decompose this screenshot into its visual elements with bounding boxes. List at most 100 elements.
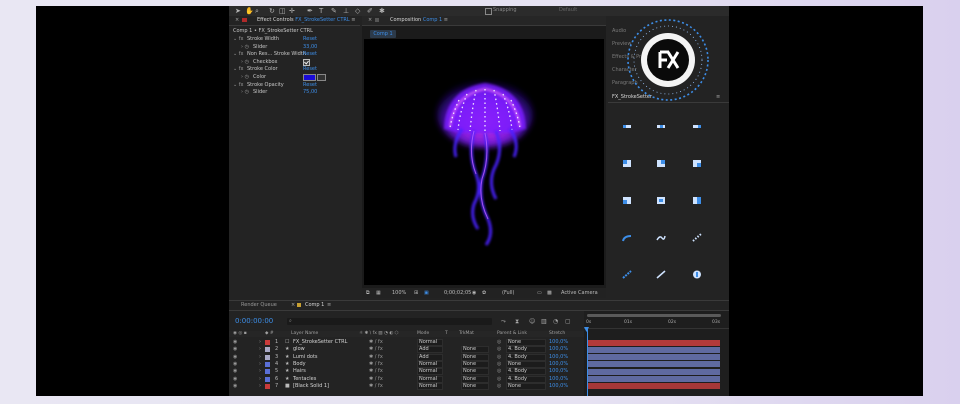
comp-subtab[interactable]: Comp 1 — [370, 30, 396, 38]
close-icon[interactable]: × — [368, 17, 372, 23]
anchor-tool-icon[interactable]: ✛ — [289, 7, 295, 15]
layer-switches-icon[interactable]: ✱ / fx — [369, 346, 383, 352]
effect-row[interactable]: ⌄ fx Stroke Color Reset — [229, 66, 360, 73]
visibility-eye-icon[interactable]: ◉ — [233, 361, 237, 367]
parent-header[interactable]: Parent & Link — [497, 331, 527, 336]
roi-icon[interactable]: ▭ — [537, 290, 542, 296]
reset-link[interactable]: Reset — [303, 51, 317, 57]
mode-dropdown[interactable]: Normal — [419, 383, 437, 389]
effect-controls-tab[interactable]: × Effect Controls FX_StrokeSetter CTRL ≡ — [229, 16, 360, 26]
expand-chevron-icon[interactable]: › — [259, 376, 261, 382]
visibility-eye-icon[interactable]: ◉ — [233, 383, 237, 389]
effect-row[interactable]: › ◷ Color — [229, 74, 360, 81]
layer-label-color[interactable] — [265, 376, 270, 382]
param-value[interactable]: 33,00 — [303, 44, 317, 50]
pickwhip-icon[interactable]: ◎ — [497, 339, 501, 345]
layer-name[interactable]: glow — [293, 346, 305, 352]
dotted-line-icon[interactable] — [692, 233, 702, 242]
layer-label-color[interactable] — [265, 354, 270, 360]
layer-duration-bar[interactable] — [587, 368, 720, 375]
trkmat-dropdown[interactable]: None — [463, 376, 476, 382]
layer-row[interactable]: ◉ › 5 ★ Hairs ✱ / fx Normal None ◎ 4. Body 100,0% — [229, 368, 584, 376]
stopwatch-icon[interactable]: › ◷ — [241, 74, 249, 80]
tab-comp-1[interactable]: Comp 1 — [305, 302, 324, 308]
type-tool-icon[interactable]: T — [319, 7, 323, 15]
fx-toggle-icon[interactable]: ⌄ fx — [233, 66, 244, 72]
expand-chevron-icon[interactable]: › — [259, 346, 261, 352]
current-time[interactable]: 0;00;02;05 — [444, 290, 471, 296]
close-icon[interactable]: × — [235, 17, 239, 23]
pickwhip-icon[interactable]: ◎ — [497, 346, 501, 352]
layer-label-color[interactable] — [265, 361, 270, 367]
stopwatch-icon[interactable]: › ◷ — [241, 44, 249, 50]
panel-menu-icon[interactable]: ≡ — [327, 302, 331, 308]
composition-tab[interactable]: × Composition Comp 1 ≡ — [362, 16, 606, 26]
frame-blend-icon[interactable]: ▥ — [541, 318, 547, 325]
zoom-dropdown[interactable]: 100% — [392, 290, 406, 296]
expand-chevron-icon[interactable]: › — [259, 383, 261, 389]
camera-tool-icon[interactable]: ◫ — [279, 7, 286, 15]
round-curve-icon[interactable] — [622, 233, 632, 242]
parent-dropdown[interactable]: 4. Body — [508, 346, 527, 352]
eraser-tool-icon[interactable]: ◇ — [355, 7, 360, 15]
layer-duration-bar[interactable] — [587, 361, 720, 368]
param-value[interactable]: 75,00 — [303, 89, 317, 95]
panel-menu-icon[interactable]: ≡ — [444, 17, 448, 23]
pen-tool-icon[interactable]: ✒ — [307, 7, 313, 15]
pickwhip-icon[interactable]: ◎ — [497, 376, 501, 382]
effect-row[interactable]: › ◷ Slider 75,00 — [229, 89, 360, 96]
fx-toggle-icon[interactable]: ⌄ fx — [233, 51, 244, 57]
layer-switches-icon[interactable]: ✱ / fx — [369, 339, 383, 345]
composition-mini-icon[interactable]: ⤳ — [501, 318, 506, 326]
snapshot-icon[interactable]: ◉ — [472, 290, 476, 296]
snapping-checkbox[interactable] — [485, 8, 492, 15]
corner-tl-icon[interactable] — [622, 159, 632, 168]
layer-name[interactable]: Tentacles — [293, 376, 316, 382]
mode-dropdown[interactable]: Add — [419, 354, 429, 360]
layer-row[interactable]: ◉ › 4 ★ Body ✱ / fx Normal None ◎ None 100,0% — [229, 360, 584, 368]
visibility-eye-icon[interactable]: ◉ — [233, 346, 237, 352]
rotate-tool-icon[interactable]: ↻ — [269, 7, 275, 15]
effect-row[interactable]: › ◷ Checkbox — [229, 58, 360, 66]
line-diag-icon[interactable] — [656, 270, 666, 279]
visibility-eye-icon[interactable]: ◉ — [233, 376, 237, 382]
align-left-icon[interactable] — [622, 122, 632, 131]
mode-dropdown[interactable]: Add — [419, 346, 429, 352]
dashed-diag-icon[interactable] — [622, 270, 632, 279]
layer-name[interactable]: Body — [293, 361, 306, 367]
clone-tool-icon[interactable]: ⊥ — [343, 7, 349, 15]
stretch-value[interactable]: 100,0% — [549, 354, 568, 360]
visibility-eye-icon[interactable]: ◉ — [233, 339, 237, 345]
region-icon[interactable]: ▣ — [424, 290, 429, 296]
layer-name[interactable]: [Black Solid 1] — [293, 383, 329, 389]
preview-icon[interactable]: ⧉ — [366, 290, 370, 296]
visibility-eye-icon[interactable]: ◉ — [233, 368, 237, 374]
stretch-value[interactable]: 100,0% — [549, 368, 568, 374]
stretch-value[interactable]: 100,0% — [549, 339, 568, 345]
graph-editor-icon[interactable]: ▢ — [565, 318, 571, 325]
pickwhip-icon[interactable]: ◎ — [497, 383, 501, 389]
timeline-tracks[interactable]: 0s 01s 02s 03s — [584, 311, 729, 396]
layer-name-header[interactable]: Layer Name — [291, 331, 318, 336]
trkmat-dropdown[interactable]: None — [463, 368, 476, 374]
parent-dropdown[interactable]: None — [508, 383, 521, 389]
effect-row[interactable]: ⌄ fx Stroke Width Reset — [229, 36, 360, 43]
reset-link[interactable]: Reset — [303, 82, 317, 88]
layer-label-color[interactable] — [265, 369, 270, 375]
mode-dropdown[interactable]: Normal — [419, 339, 437, 345]
transparency-icon[interactable]: ▩ — [547, 290, 552, 296]
corner-bl-icon[interactable] — [622, 196, 632, 205]
lock-icon[interactable] — [242, 18, 247, 22]
trkmat-dropdown[interactable]: None — [463, 354, 476, 360]
corner-tr-icon[interactable] — [656, 159, 666, 168]
time-ruler[interactable]: 0s 01s 02s 03s — [584, 319, 729, 329]
composition-viewer[interactable] — [364, 39, 604, 285]
layer-label-color[interactable] — [265, 340, 270, 345]
color-swatch[interactable] — [303, 74, 316, 81]
pickwhip-icon[interactable]: ◎ — [497, 354, 501, 360]
layer-name[interactable]: Hairs — [293, 368, 306, 374]
square-cap-icon[interactable] — [692, 196, 702, 205]
layer-duration-bar[interactable] — [587, 383, 720, 390]
puppet-tool-icon[interactable]: ✱ — [379, 7, 385, 15]
show-channel-icon[interactable]: ✿ — [482, 290, 486, 296]
